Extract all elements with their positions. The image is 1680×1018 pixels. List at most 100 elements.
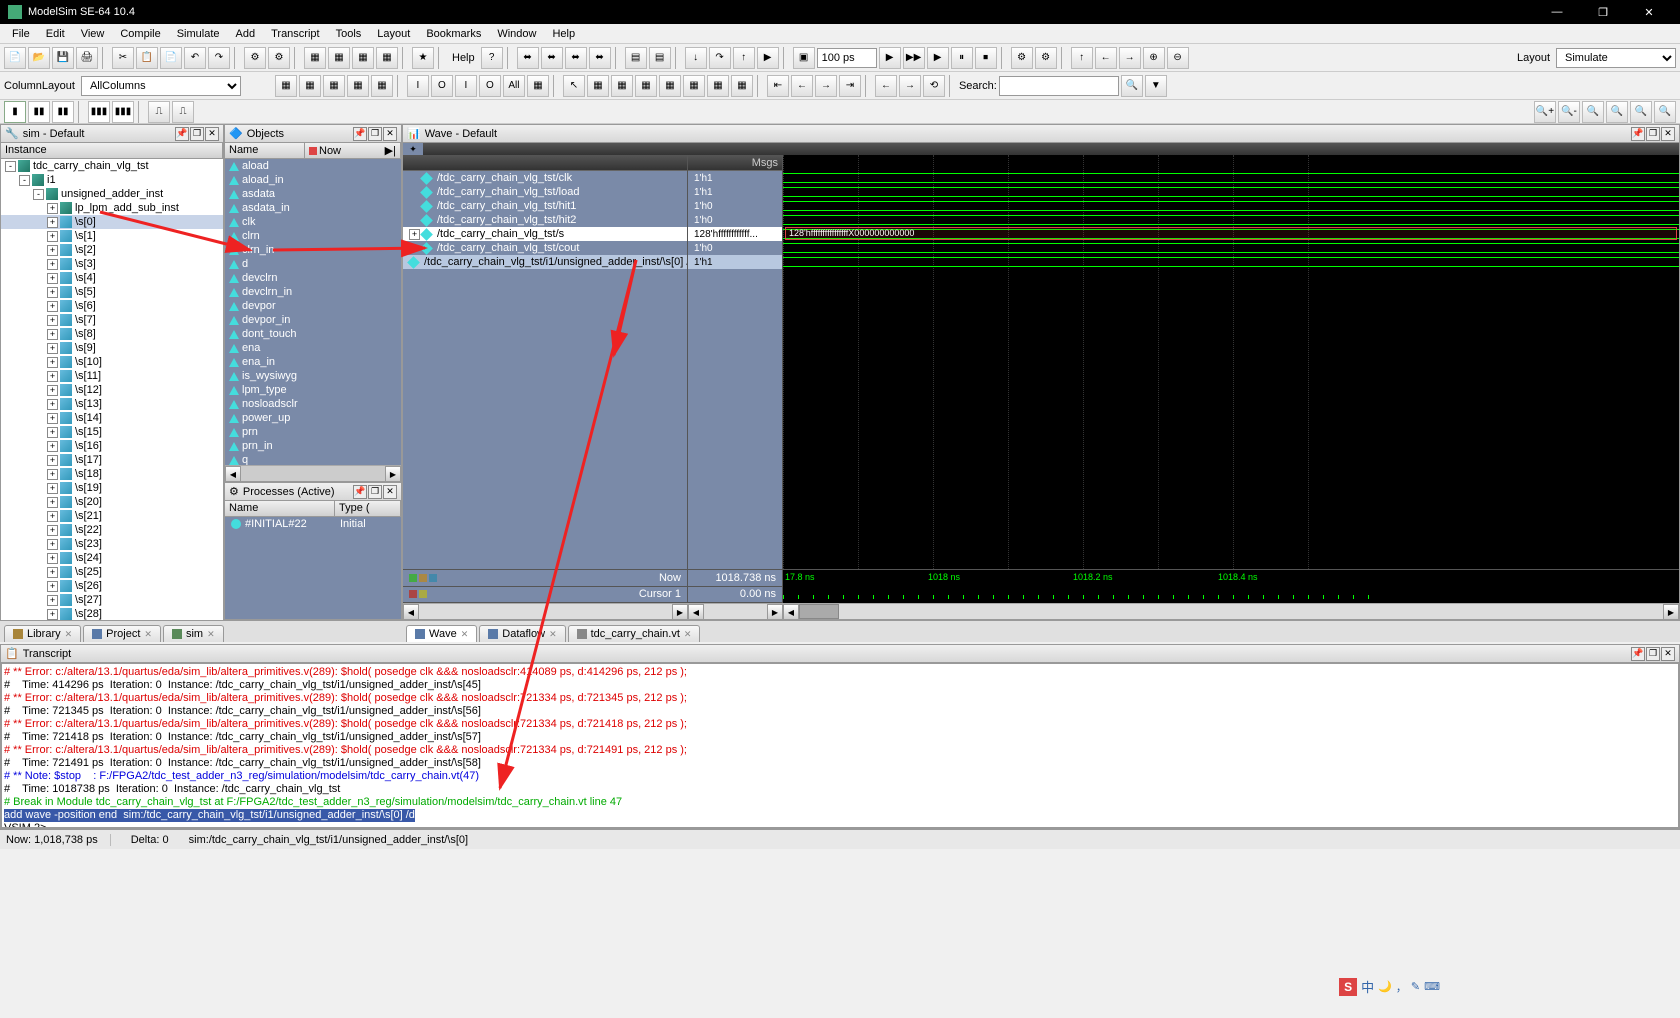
sim-tree-item[interactable]: +\s[18] <box>1 467 223 481</box>
expand-icon[interactable]: + <box>47 511 58 522</box>
expand-icon[interactable]: - <box>33 189 44 200</box>
expand-icon[interactable]: + <box>47 343 58 354</box>
sim-tree-item[interactable]: -unsigned_adder_inst <box>1 187 223 201</box>
search-input[interactable] <box>999 76 1119 96</box>
tool-btn-r2-22[interactable]: ⇥ <box>839 75 861 97</box>
tool-btn-r2-9[interactable]: O <box>479 75 501 97</box>
sim-tree-item[interactable]: +\s[24] <box>1 551 223 565</box>
menu-file[interactable]: File <box>4 26 38 42</box>
keyboard-icon[interactable]: ⌨ <box>1424 980 1440 993</box>
search-button[interactable]: 🔍 <box>1121 75 1143 97</box>
expand-icon[interactable]: + <box>47 217 58 228</box>
expand-icon[interactable]: + <box>47 595 58 606</box>
tool-btn-11[interactable]: ▤ <box>649 47 671 69</box>
sim-tree-item[interactable]: +\s[9] <box>1 341 223 355</box>
tool-btn-r2-19[interactable]: ⇤ <box>767 75 789 97</box>
sim-tree-item[interactable]: +\s[0] <box>1 215 223 229</box>
run-button[interactable]: ▶ <box>757 47 779 69</box>
sim-tree-item[interactable]: -i1 <box>1 173 223 187</box>
sim-tree-item[interactable]: -tdc_carry_chain_vlg_tst <box>1 159 223 173</box>
tool-btn-r2-17[interactable]: ▦ <box>707 75 729 97</box>
expand-icon[interactable]: + <box>47 385 58 396</box>
panel-pin-button[interactable]: 📌 <box>353 127 367 141</box>
zoom-in-button[interactable]: 🔍+ <box>1534 101 1556 123</box>
cursor-button[interactable]: ↖ <box>563 75 585 97</box>
object-item[interactable]: lpm_type <box>225 383 401 397</box>
expand-icon[interactable]: + <box>47 231 58 242</box>
tool-btn-r2-8[interactable]: I <box>455 75 477 97</box>
tool-btn-15[interactable]: ⊕ <box>1143 47 1165 69</box>
ime-icon[interactable]: S <box>1339 978 1357 996</box>
zoom-out-button[interactable]: 🔍- <box>1558 101 1580 123</box>
panel-close-button[interactable]: ✕ <box>1661 647 1675 661</box>
help-button[interactable]: ? <box>481 47 503 69</box>
sim-tree-item[interactable]: +\s[8] <box>1 327 223 341</box>
wave-signal-name[interactable]: /tdc_carry_chain_vlg_tst/load <box>403 185 687 199</box>
menu-edit[interactable]: Edit <box>38 26 73 42</box>
object-item[interactable]: prn_in <box>225 439 401 453</box>
tool-btn-r2-15[interactable]: ▦ <box>659 75 681 97</box>
panel-pin-button[interactable]: 📌 <box>1631 127 1645 141</box>
tool-btn-r2-12[interactable]: ▦ <box>587 75 609 97</box>
wave-signal-name[interactable]: +/tdc_carry_chain_vlg_tst/s <box>403 227 687 241</box>
sim-tree-item[interactable]: +\s[11] <box>1 369 223 383</box>
objects-tree[interactable]: aloadaload_inasdataasdata_inclkclrnclrn_… <box>225 159 401 465</box>
expand-icon[interactable]: + <box>47 301 58 312</box>
panel-close-button[interactable]: ✕ <box>383 485 397 499</box>
zoom-tool-5[interactable]: 🔍 <box>1630 101 1652 123</box>
panel-max-button[interactable]: ❐ <box>368 485 382 499</box>
step-button[interactable]: ↓ <box>685 47 707 69</box>
panel-max-button[interactable]: ❐ <box>368 127 382 141</box>
tab-wave[interactable]: Wave✕ <box>406 625 477 642</box>
panel-close-button[interactable]: ✕ <box>1661 127 1675 141</box>
tool-btn-r2-4[interactable]: ▦ <box>347 75 369 97</box>
wave-tool-1[interactable]: ▮ <box>4 101 26 123</box>
object-item[interactable]: prn <box>225 425 401 439</box>
expand-icon[interactable]: + <box>47 581 58 592</box>
tool-btn-r2-2[interactable]: ▦ <box>299 75 321 97</box>
tab-close-icon[interactable]: ✕ <box>65 629 73 640</box>
step-out-button[interactable]: ↑ <box>733 47 755 69</box>
sim-tree-item[interactable]: +\s[10] <box>1 355 223 369</box>
sim-tree-item[interactable]: +\s[19] <box>1 481 223 495</box>
panel-max-button[interactable]: ❐ <box>1646 127 1660 141</box>
sim-tree-item[interactable]: +\s[4] <box>1 271 223 285</box>
tool-btn-2[interactable]: ▦ <box>328 47 350 69</box>
wave-tool-4[interactable]: ▮▮▮ <box>88 101 110 123</box>
sim-tree-item[interactable]: +\s[28] <box>1 607 223 621</box>
tool-btn-5[interactable]: ★ <box>412 47 434 69</box>
search-next-button[interactable]: ▼ <box>1145 75 1167 97</box>
column-layout-select[interactable]: AllColumns <box>81 76 241 96</box>
tool-btn-7[interactable]: ⬌ <box>541 47 563 69</box>
object-item[interactable]: is_wysiwyg <box>225 369 401 383</box>
menu-compile[interactable]: Compile <box>112 26 168 42</box>
close-button[interactable]: ✕ <box>1626 0 1672 24</box>
menu-window[interactable]: Window <box>489 26 544 42</box>
nav-left-button[interactable]: ← <box>1095 47 1117 69</box>
object-item[interactable]: nosloadsclr <box>225 397 401 411</box>
panel-max-button[interactable]: ❐ <box>190 127 204 141</box>
object-item[interactable]: devpor_in <box>225 313 401 327</box>
object-item[interactable]: asdata_in <box>225 201 401 215</box>
object-item[interactable]: devclrn <box>225 271 401 285</box>
wave-signal-names[interactable]: /tdc_carry_chain_vlg_tst/clk/tdc_carry_c… <box>403 155 688 569</box>
tab-library[interactable]: Library✕ <box>4 625 81 642</box>
tab-sim[interactable]: sim✕ <box>163 625 224 642</box>
object-item[interactable]: devclrn_in <box>225 285 401 299</box>
sim-tree-item[interactable]: +\s[26] <box>1 579 223 593</box>
panel-close-button[interactable]: ✕ <box>205 127 219 141</box>
object-item[interactable]: clk <box>225 215 401 229</box>
redo-button[interactable]: ↷ <box>208 47 230 69</box>
tool-btn-3[interactable]: ▦ <box>352 47 374 69</box>
processes-list[interactable]: #INITIAL#22 Initial <box>225 517 401 619</box>
undo-button[interactable]: ↶ <box>184 47 206 69</box>
moon-icon[interactable]: 🌙 <box>1378 980 1392 993</box>
run-time-button[interactable]: ▶ <box>879 47 901 69</box>
sim-tree-item[interactable]: +\s[27] <box>1 593 223 607</box>
wave-tool-5[interactable]: ▮▮▮ <box>112 101 134 123</box>
sim-tree-item[interactable]: +lp_lpm_add_sub_inst <box>1 201 223 215</box>
expand-icon[interactable]: + <box>47 525 58 536</box>
tool-btn-r2-14[interactable]: ▦ <box>635 75 657 97</box>
sim-tree[interactable]: -tdc_carry_chain_vlg_tst-i1-unsigned_add… <box>1 159 223 621</box>
sim-tree-item[interactable]: +\s[3] <box>1 257 223 271</box>
